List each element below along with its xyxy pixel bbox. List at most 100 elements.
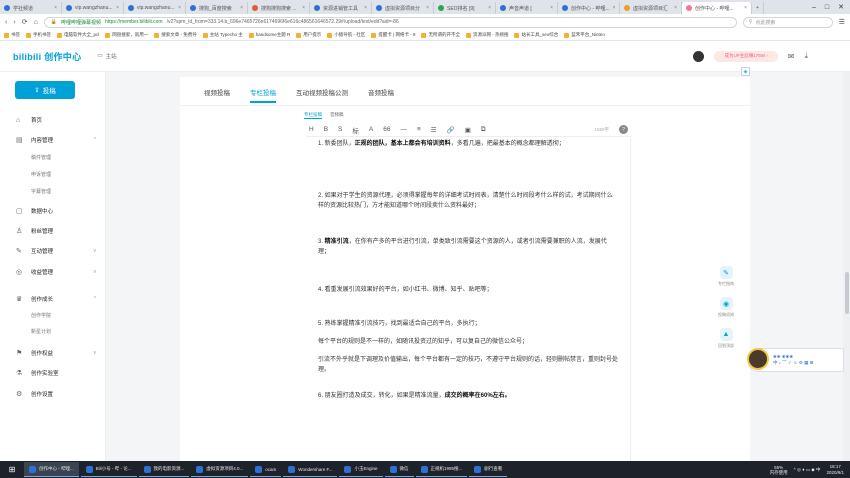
address-bar[interactable]: 🔒 哔哩哔哩弹幕视频 https://member.bilibili.com/v… [43,16,737,28]
tab-upload[interactable]: 视频投稿 [204,87,230,97]
scrollbar[interactable] [843,72,850,461]
article-body[interactable]: 1. 新委团队，正规的团队，基本上都会有培训资料，多看几遍，把最基本的概念都理解… [318,139,623,459]
close-icon[interactable]: × [364,5,367,11]
toolbar-button[interactable]: — [400,126,407,133]
bookmark-item[interactable]: 手机书签 [26,32,51,38]
close-icon[interactable]: × [744,5,747,11]
sidebar-item[interactable]: ♙ 粉丝管理 [16,227,96,235]
forward-icon[interactable]: › [13,19,15,26]
taskbar-app[interactable]: Bili小号 - 哔 - 论... [80,462,137,477]
bookmark-item[interactable]: 提醒卡 | 网络卡 - 8 [371,32,415,38]
sidebar-item[interactable]: ▤ 内容管理 ^ [16,136,96,144]
right-panel-item[interactable]: ◉ 投稿须知 [718,297,734,318]
help-icon[interactable]: ? [619,125,628,134]
tab-upload[interactable]: 专栏投稿 [250,87,276,103]
home-link[interactable]: ▭ 主站 [97,52,116,60]
memory-usage[interactable]: 55% 内存使用 [770,465,788,475]
browser-tab[interactable]: 虚拟资源项目汇 × [620,2,682,14]
toolbar-button[interactable]: A [369,126,373,133]
back-icon[interactable]: ‹ [5,19,7,26]
clock[interactable]: 18:17 2020/9/1 [826,464,844,476]
close-icon[interactable]: × [488,5,491,11]
sidebar-subitem[interactable]: 申诉管理 [31,171,51,178]
bookmark-item[interactable]: 站长工具_seo综合 [514,32,558,38]
windows-start-icon[interactable]: ⊞ [0,461,24,478]
browser-tab[interactable]: vip.wangzhanu... × [124,2,186,14]
tab-upload[interactable]: 音频投稿 [368,87,394,97]
bookmark-item[interactable]: 资源派网 - 热榜搜 [465,32,508,38]
upload-icon[interactable]: ⤓ [804,51,808,61]
bookmark-item[interactable]: 电脑软件大全_pcl [57,32,99,38]
reload-icon[interactable]: ⟳ [22,18,28,26]
close-window-icon[interactable]: ✕ [838,3,844,11]
browser-search-input[interactable]: ⚲ 点此搜索 [742,16,833,28]
menu-icon[interactable]: ☰ [839,18,845,26]
toolbar-button[interactable]: ☰ [431,126,437,134]
right-panel-item[interactable]: ✎ 专栏指南 [718,266,734,287]
taskbar-app[interactable]: 正规机1995搜... [415,462,468,477]
taskbar-app[interactable]: 创作中心 - 哔哩... [24,462,79,477]
sidebar-subitem[interactable]: 字幕管理 [31,188,51,195]
right-panel-item[interactable]: ▲ 回到顶部 [718,328,734,349]
sidebar-item[interactable]: ▢ 数据中心 [16,207,96,215]
bookmark-item[interactable]: 搜索文章 - 免费导 [154,32,197,38]
bookmark-item[interactable]: 用户提示 [296,32,321,38]
bookmark-item[interactable]: 主站 Typecho 主 [202,32,243,38]
browser-tab[interactable]: vip.wangzhanu... × [62,2,124,14]
editor-mode-tab[interactable]: 专栏投稿 [304,112,322,119]
close-icon[interactable]: × [426,5,429,11]
bilibili-logo[interactable]: bilibili 创作中心 [13,50,81,63]
toolbar-button[interactable]: S [338,126,342,133]
editor-mode-tab[interactable]: 音频稿 [330,112,344,119]
scrollbar-thumb[interactable] [845,272,849,314]
close-icon[interactable]: × [674,5,677,11]
close-icon[interactable]: × [54,5,57,11]
close-icon[interactable]: × [240,5,243,11]
close-icon[interactable]: × [613,5,616,11]
promo-banner[interactable]: 成为UP主此赚176W › [714,50,778,62]
sidebar-item[interactable]: ♛ 创作成长 ^ [16,295,96,303]
browser-tab[interactable]: SEO排名 [9] × [434,2,496,14]
sidebar-item[interactable]: ⌂ 首页 [16,116,96,125]
toolbar-button[interactable]: ⧉ [481,126,486,134]
minimize-icon[interactable]: – [812,4,816,11]
bookmark-item[interactable]: 网盘搜索，就用一 [105,32,148,38]
taskbar-app[interactable]: 剧行查看 [469,462,508,477]
floating-widget-icon[interactable]: ◈ [741,67,750,76]
sidebar-item[interactable]: ✎ 互动管理 v [16,247,96,255]
sidebar-item[interactable]: ◎ 收益管理 v [16,268,96,276]
toolbar-button[interactable]: 标 [352,125,359,135]
close-icon[interactable]: × [550,5,553,11]
home-icon[interactable]: ⌂ [34,19,38,26]
bookmark-item[interactable]: 小猿导航 - 社区 [327,32,365,38]
sidebar-item[interactable]: ⚑ 创作权益 v [16,349,96,357]
bookmark-item[interactable]: 蓝禾平台_Ninteo [564,32,605,38]
sidebar-subitem[interactable]: 稿件管理 [31,154,51,161]
taskbar-app[interactable]: 虚拟资源项目4.0... [191,462,249,477]
toolbar-button[interactable]: ▣ [465,126,471,134]
browser-tab[interactable]: 学社频道 × [0,2,62,14]
bookmark-item[interactable]: 书签 [4,32,20,38]
sidebar-subitem[interactable]: 新星计划 [31,328,51,335]
maximize-icon[interactable]: □ [825,4,829,11]
close-icon[interactable]: × [302,5,305,11]
bookmark-item[interactable]: handsome主题 R [248,32,290,38]
post-button[interactable]: ⇪ 投稿 [15,81,75,99]
toolbar-button[interactable]: 66 [383,126,390,133]
browser-tab[interactable]: 搜狗_百度搜索 × [186,2,248,14]
mail-icon[interactable]: ✉ [788,52,795,61]
toolbar-button[interactable]: B [324,126,328,133]
avatar[interactable] [693,50,705,62]
ime-floating-bar[interactable]: ❀❀ ❀❀❀ 中 ♪ ⌒ ✓ ☺ ⚙ ▦ ⊞ [747,348,844,372]
tab-upload[interactable]: 互动视频投稿公测 [296,87,348,97]
sidebar-item[interactable]: ⚗ 创作实验室 [16,369,96,377]
close-icon[interactable]: × [116,5,119,11]
browser-tab[interactable]: 创作中心 - 哔哩... × [558,2,620,14]
toolbar-button[interactable]: ≡ [417,126,421,133]
toolbar-button[interactable]: H [309,126,314,133]
taskbar-app[interactable]: Wondershare F... [283,462,338,477]
browser-tab[interactable]: 搜狗搜狗搜索 ... × [248,2,310,14]
bookmark-item[interactable]: 无所谓的开不全 [421,32,460,38]
browser-tab[interactable]: 创作中心 - 哔哩... × [682,2,752,14]
sidebar-item[interactable]: ⚙ 创作设置 [16,390,96,398]
